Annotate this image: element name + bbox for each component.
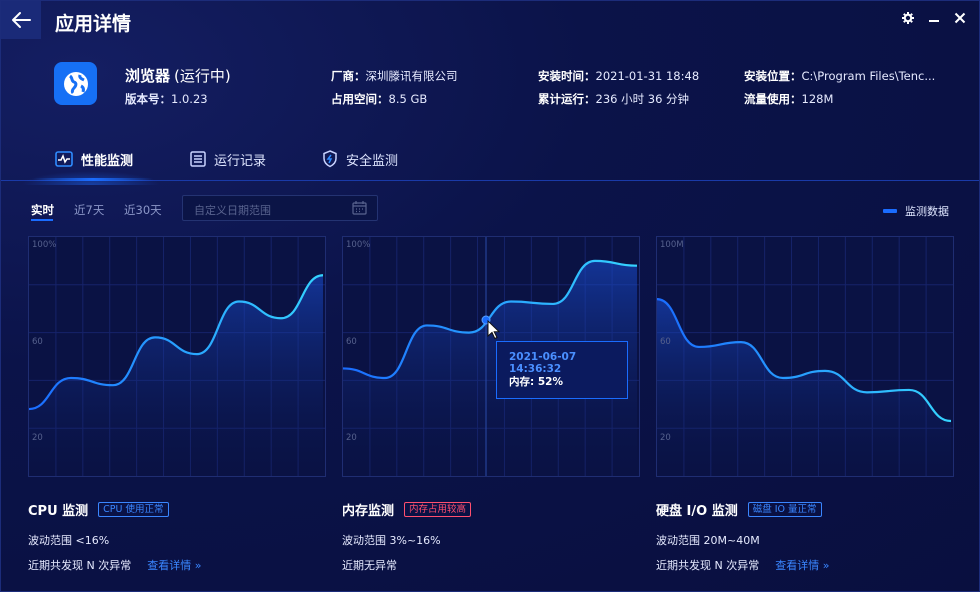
- back-button[interactable]: [1, 1, 41, 39]
- app-version: 版本号：1.0.23: [125, 92, 208, 106]
- install-time-info: 安装时间：2021-01-31 18:48: [538, 69, 700, 83]
- memory-section-title: 内存监测 内存占用较高: [342, 500, 472, 519]
- y-tick-label: 60: [346, 337, 357, 347]
- mouse-cursor-icon: [487, 320, 501, 340]
- location-info: 安装位置：C:\Program Files\Tenc...: [744, 69, 936, 83]
- disk-io-details-link[interactable]: 查看详情 »: [775, 559, 829, 572]
- disk-io-range: 波动范围 20M~40M: [656, 534, 760, 547]
- app-status: (运行中): [174, 67, 231, 85]
- y-tick-label: 100M: [660, 240, 684, 250]
- disk-io-status-badge: 磁盘 IO 量正常: [747, 502, 822, 517]
- filter-active-indicator: [31, 219, 53, 221]
- gear-icon[interactable]: [901, 11, 915, 25]
- date-range-input[interactable]: 自定义日期范围: [182, 195, 378, 221]
- memory-status-badge: 内存占用较高: [404, 502, 472, 517]
- globe-icon: [63, 71, 88, 96]
- cpu-range: 波动范围 <16%: [28, 534, 110, 547]
- tab-run-log[interactable]: 运行记录: [190, 137, 266, 181]
- log-icon: [190, 151, 206, 167]
- y-tick-label: 20: [346, 433, 357, 443]
- legend-swatch: [883, 209, 897, 213]
- y-tick-label: 20: [660, 433, 671, 443]
- minimize-icon[interactable]: [927, 11, 941, 25]
- cpu-section-title: CPU 监测 CPU 使用正常: [28, 500, 169, 519]
- filter-30-days[interactable]: 近30天: [124, 202, 162, 218]
- app-name: 浏览器 (运行中): [125, 67, 231, 85]
- memory-anomaly: 近期无异常: [342, 559, 397, 572]
- y-tick-label: 20: [32, 433, 43, 443]
- cpu-chart-svg: [29, 237, 325, 476]
- chart-legend: 监测数据: [883, 203, 949, 219]
- tab-glow: [21, 171, 161, 185]
- y-tick-label: 60: [32, 337, 43, 347]
- legend-label: 监测数据: [905, 205, 949, 218]
- tooltip-value: 内存: 52%: [509, 376, 563, 388]
- disk-io-chart: 100M 60 20: [656, 236, 954, 477]
- shield-icon: [323, 150, 337, 168]
- calendar-icon[interactable]: [352, 201, 367, 215]
- runtime-info: 累计运行：236 小时 36 分钟: [538, 92, 690, 106]
- tooltip-time: 2021-06-07 14:36:32: [509, 351, 577, 375]
- series-area: [657, 299, 951, 476]
- tab-security[interactable]: 安全监测: [322, 137, 398, 181]
- y-tick-label: 100%: [346, 240, 371, 250]
- pulse-icon: [55, 151, 73, 167]
- disk-io-chart-svg: [657, 237, 953, 476]
- arrow-left-icon: [12, 12, 31, 28]
- filter-7-days[interactable]: 近7天: [74, 202, 104, 218]
- browser-app-icon: [54, 62, 97, 105]
- y-tick-label: 100%: [32, 240, 57, 250]
- space-info: 占用空间：8.5 GB: [331, 92, 428, 106]
- traffic-info: 流量使用：128M: [744, 92, 834, 106]
- memory-range: 波动范围 3%~16%: [342, 534, 441, 547]
- cpu-status-badge: CPU 使用正常: [98, 502, 169, 517]
- window-title: 应用详情: [55, 13, 132, 35]
- cpu-chart: 100% 60 20: [28, 236, 326, 477]
- disk-io-section-title: 硬盘 I/O 监测 磁盘 IO 量正常: [656, 500, 822, 519]
- y-tick-label: 60: [660, 337, 671, 347]
- app-detail-window: 应用详情 浏览器 (运行中) 版本号：1.0.23 厂商：深圳滕讯有限公司 占用空…: [0, 0, 980, 592]
- vendor-info: 厂商：深圳滕讯有限公司: [331, 69, 458, 83]
- filter-realtime[interactable]: 实时: [31, 202, 54, 218]
- date-range-placeholder: 自定义日期范围: [194, 204, 271, 217]
- cpu-anomaly: 近期共发现 N 次异常 查看详情 »: [28, 559, 202, 572]
- disk-io-anomaly: 近期共发现 N 次异常 查看详情 »: [656, 559, 830, 572]
- series-area: [29, 275, 323, 476]
- chart-tooltip: 2021-06-07 14:36:32 内存: 52%: [496, 341, 628, 399]
- cpu-details-link[interactable]: 查看详情 »: [147, 559, 201, 572]
- close-icon[interactable]: [953, 11, 967, 25]
